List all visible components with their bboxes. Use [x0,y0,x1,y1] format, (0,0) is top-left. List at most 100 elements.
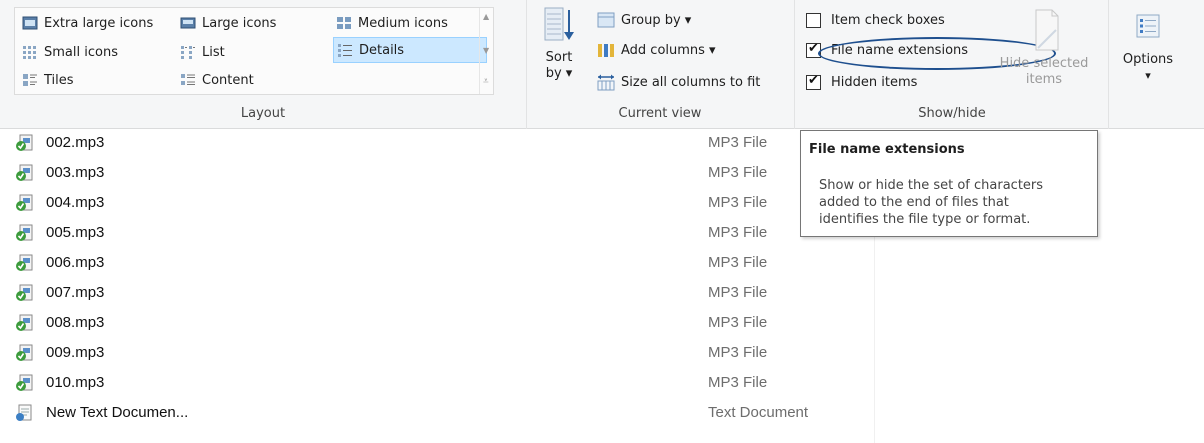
layout-item-label: Medium icons [358,15,448,31]
hide-selected-icon [1035,9,1059,51]
mp3-file-icon [16,134,33,151]
layout-small-icons[interactable]: Small icons [19,39,118,65]
layout-gallery: Extra large icons Large icons Medium ico… [14,7,494,95]
list-item[interactable]: 007.mp3 MP3 File [0,278,870,308]
mp3-file-icon [16,194,33,211]
size-columns-label: Size all columns to fit [621,74,761,90]
size-columns-icon [597,74,615,91]
layout-item-label: Extra large icons [44,15,154,31]
content-icon [181,74,195,85]
list-item[interactable]: 006.mp3 MP3 File [0,248,870,278]
layout-item-label: Small icons [44,44,118,60]
list-item[interactable]: 008.mp3 MP3 File [0,308,870,338]
list-item[interactable]: 005.mp3 MP3 File [0,218,870,248]
layout-item-label: List [202,44,225,60]
layout-details[interactable]: Details [333,37,487,63]
layout-group-label: Layout [240,106,286,121]
hidden-items-toggle[interactable]: Hidden items [806,70,917,94]
show-hide-group-label: Show/hide [918,106,986,121]
item-check-boxes-checkbox[interactable] [806,12,821,28]
scroll-up-icon[interactable]: ▲ [483,12,489,21]
list-item[interactable]: 010.mp3 MP3 File [0,368,870,398]
file-type: MP3 File [708,134,768,151]
file-name: 009.mp3 [46,344,105,361]
gallery-scrollbar[interactable]: ▲ ▼ ⩡ [479,8,493,94]
sort-by-button[interactable]: Sort by ▾ [538,6,580,82]
layout-medium-icons[interactable]: Medium icons [333,10,448,36]
group-by-label: Group by ▾ [621,12,692,28]
group-divider [1108,0,1109,129]
mp3-file-icon [16,164,33,181]
tooltip-title: File name extensions [809,142,965,157]
tooltip-line: identifies the file type or format. [819,212,1031,227]
hide-selected-items-button[interactable]: Hide selected items [994,6,1094,88]
layout-extra-large-icons[interactable]: Extra large icons [19,10,153,36]
file-type: MP3 File [708,224,768,241]
sort-by-label: by ▾ [545,66,573,81]
options-icon [1136,14,1160,38]
layout-tiles[interactable]: Tiles [19,67,74,93]
scroll-down-icon[interactable]: ▼ [483,46,489,55]
item-check-boxes-toggle[interactable]: Item check boxes [806,8,945,32]
layout-item-label: Tiles [44,72,74,88]
file-name: 006.mp3 [46,254,105,271]
add-columns-label: Add columns ▾ [621,42,716,58]
group-by-icon [597,12,615,28]
file-type: MP3 File [708,254,768,271]
mp3-file-icon [16,374,33,391]
gallery-expand-icon[interactable]: ⩡ [483,76,489,87]
sort-label: Sort [545,50,573,65]
file-name: 010.mp3 [46,374,105,391]
layout-item-label: Content [202,72,254,88]
tooltip-line: Show or hide the set of characters [819,178,1044,193]
file-type: Text Document [708,404,809,421]
tooltip-line: added to the end of files that [819,195,1009,210]
layout-list[interactable]: List [177,39,225,65]
file-name: 002.mp3 [46,134,105,151]
list-item[interactable]: 009.mp3 MP3 File [0,338,870,368]
text-document-icon [16,404,32,421]
list-item[interactable]: 003.mp3 MP3 File [0,158,870,188]
options-dropdown-icon: ▾ [1145,69,1151,82]
tooltip: File name extensions Show or hide the se… [800,130,1098,237]
group-by-button[interactable]: Group by ▾ [596,8,691,32]
file-type: MP3 File [708,314,768,331]
mp3-file-icon [16,254,33,271]
file-name: 008.mp3 [46,314,105,331]
file-name: 007.mp3 [46,284,105,301]
file-name: 004.mp3 [46,194,105,211]
item-check-boxes-label: Item check boxes [831,12,945,28]
details-icon [338,44,352,57]
group-divider [794,0,795,129]
options-label: Options [1122,52,1174,67]
list-icon [181,46,195,59]
file-name: 003.mp3 [46,164,105,181]
hidden-items-checkbox[interactable] [806,73,821,90]
layout-large-icons[interactable]: Large icons [177,10,276,36]
hide-selected-label-line1: Hide selected [999,56,1089,71]
extra-large-icons-icon [22,16,38,30]
file-name: New Text Documen... [46,404,189,421]
hidden-items-label: Hidden items [831,74,918,90]
layout-item-label: Details [359,42,405,58]
current-view-group-label: Current view [618,106,702,121]
large-icons-icon [180,17,196,29]
list-item[interactable]: 004.mp3 MP3 File [0,188,870,218]
tooltip-body: Show or hide the set of characters added… [819,177,1043,228]
file-type: MP3 File [708,164,768,181]
add-columns-button[interactable]: Add columns ▾ [596,38,716,62]
list-item[interactable]: New Text Documen... Text Document [0,398,870,428]
medium-icons-icon [337,17,351,29]
tiles-icon [23,74,37,86]
mp3-file-icon [16,344,33,361]
group-divider [526,0,527,129]
list-item[interactable]: 002.mp3 MP3 File [0,128,870,158]
layout-content[interactable]: Content [177,67,254,93]
layout-item-label: Large icons [202,15,277,31]
mp3-file-icon [16,314,33,331]
mp3-file-icon [16,224,33,241]
file-name: 005.mp3 [46,224,105,241]
file-type: MP3 File [708,374,768,391]
options-button[interactable]: Options ▾ [1112,12,1184,84]
size-columns-button[interactable]: Size all columns to fit [596,70,760,94]
